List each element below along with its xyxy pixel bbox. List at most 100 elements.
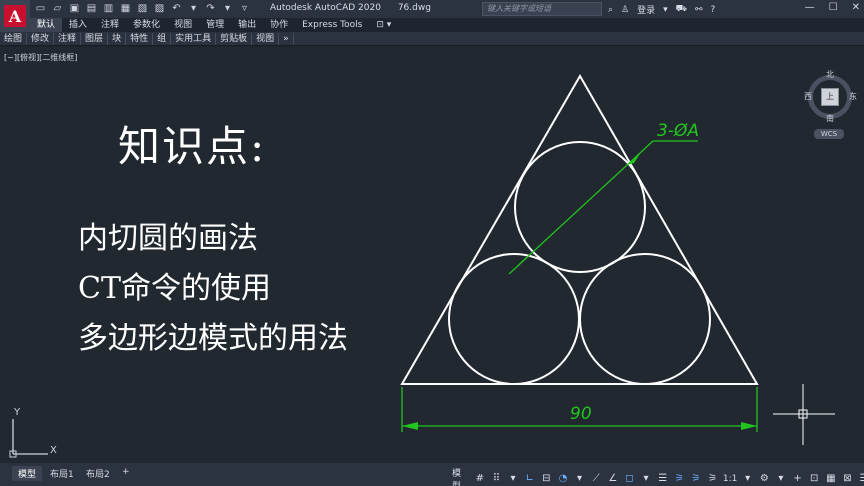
redo-icon[interactable]: ↷ xyxy=(204,2,217,15)
annotation-visibility-icon[interactable]: ⚞ xyxy=(673,472,686,486)
panel-clipboard[interactable]: 剪贴板 xyxy=(216,32,253,45)
ortho-icon[interactable]: ∟ xyxy=(523,472,536,486)
binoculars-icon[interactable]: ⌕ xyxy=(608,5,613,15)
help-icon[interactable]: ? xyxy=(711,5,716,15)
tab-insert[interactable]: 插入 xyxy=(62,18,94,32)
ucs-y-label: Y xyxy=(13,407,21,418)
annotation-scale-icon[interactable]: ⚞ xyxy=(706,472,719,486)
redo-dropdown-icon[interactable]: ▾ xyxy=(221,2,234,15)
isolate-objects-icon[interactable]: ⊡ xyxy=(808,472,821,486)
layout-tab-bar: 模型 布局1 布局2 + 模型 # ⠿ ▾ ∟ ⊟ ◔ ▾ ⟋ ∠ ◻ ▾ ☰ … xyxy=(0,463,864,486)
snap-icon[interactable]: ⠿ xyxy=(490,472,503,486)
compass-south[interactable]: 南 xyxy=(826,113,834,124)
diameter-label: 3-ØA xyxy=(657,121,699,141)
file-name: 76.dwg xyxy=(397,3,431,13)
width-arrow-left xyxy=(402,422,418,430)
width-arrow-right xyxy=(741,422,757,430)
diameter-arrow-bottom xyxy=(515,255,528,268)
new-file-icon[interactable]: ▭ xyxy=(34,2,47,15)
workspace-dropdown-icon[interactable]: ▾ xyxy=(775,472,788,486)
plus-icon[interactable]: + xyxy=(791,472,804,486)
title-right-tools: ⌕ ♙ 登录 ▾ ⛟ ⚯ ? xyxy=(608,3,715,16)
plot-icon[interactable]: ▥ xyxy=(102,2,115,15)
panel-layers[interactable]: 图层 xyxy=(81,32,109,45)
tab-output[interactable]: 输出 xyxy=(231,18,263,32)
tab-manage[interactable]: 管理 xyxy=(199,18,231,32)
add-layout-button[interactable]: + xyxy=(116,466,136,478)
panel-draw[interactable]: 绘图 xyxy=(0,32,28,45)
annotation-scale-value[interactable]: 1:1 xyxy=(723,474,737,484)
grid-icon[interactable]: # xyxy=(474,472,487,486)
panel-block[interactable]: 块 xyxy=(108,32,127,45)
tab-layout2[interactable]: 布局2 xyxy=(80,466,116,481)
maximize-icon[interactable]: ☐ xyxy=(829,2,838,13)
status-bar: 模型 # ⠿ ▾ ∟ ⊟ ◔ ▾ ⟋ ∠ ◻ ▾ ☰ ⚞ ⚞ ⚞ 1:1 ▾ ⚙… xyxy=(452,466,864,486)
panel-properties[interactable]: 特性 xyxy=(126,32,154,45)
share-icon[interactable]: ▨ xyxy=(153,2,166,15)
tab-layout1[interactable]: 布局1 xyxy=(44,466,80,481)
save-as-icon[interactable]: ▤ xyxy=(85,2,98,15)
infer-constraints-icon[interactable]: ⊟ xyxy=(540,472,553,486)
panel-annotate[interactable]: 注释 xyxy=(54,32,82,45)
hardware-acceleration-icon[interactable]: ▦ xyxy=(824,472,837,486)
scale-dropdown-icon[interactable]: ▾ xyxy=(741,472,754,486)
drawing-area[interactable]: [−][俯视][二维线框] 知识点: 内切圆的画法 CT命令的使用 多边形边模式… xyxy=(0,47,864,463)
user-icon[interactable]: ♙ xyxy=(621,5,629,15)
quick-access-toolbar: ▭ ▱ ▣ ▤ ▥ ▦ ▧ ▨ ↶ ▾ ↷ ▾ ▿ xyxy=(34,2,251,15)
save-icon[interactable]: ▣ xyxy=(68,2,81,15)
workspace-gear-icon[interactable]: ⚙ xyxy=(758,472,771,486)
open-folder-icon[interactable]: ▱ xyxy=(51,2,64,15)
login-dropdown-icon[interactable]: ▾ xyxy=(663,5,668,15)
panel-groups[interactable]: 组 xyxy=(153,32,172,45)
title-bar: A ▭ ▱ ▣ ▤ ▥ ▦ ▧ ▨ ↶ ▾ ↷ ▾ ▿ Autodesk Aut… xyxy=(0,0,864,32)
compass-west[interactable]: 西 xyxy=(804,91,812,102)
store-icon[interactable]: ⛟ xyxy=(676,4,687,15)
minimize-icon[interactable]: — xyxy=(805,2,815,13)
compass-east[interactable]: 东 xyxy=(849,91,857,102)
customize-qat-icon[interactable]: ▿ xyxy=(238,2,251,15)
panel-modify[interactable]: 修改 xyxy=(27,32,55,45)
osnap-icon[interactable]: ◻ xyxy=(623,472,636,486)
panel-more-icon[interactable]: » xyxy=(279,32,294,45)
tab-default[interactable]: 默认 xyxy=(30,18,63,32)
undo-dropdown-icon[interactable]: ▾ xyxy=(187,2,200,15)
publish-icon[interactable]: ▦ xyxy=(119,2,132,15)
app-menu-button[interactable]: A xyxy=(0,0,30,32)
login-button[interactable]: 登录 xyxy=(637,3,655,16)
exchange-icon[interactable]: ⚯ xyxy=(695,5,703,15)
auto-scale-icon[interactable]: ⚞ xyxy=(690,472,703,486)
ucs-x-label: X xyxy=(50,445,57,456)
ribbon-tabs: 默认 插入 注释 参数化 视图 管理 输出 协作 Express Tools ⊡… xyxy=(30,18,398,32)
window-title: Autodesk AutoCAD 2020 76.dwg xyxy=(270,3,445,13)
clean-screen-icon[interactable]: ⊠ xyxy=(841,472,854,486)
isodraft-icon[interactable]: ⟋ xyxy=(590,472,603,486)
circle-right xyxy=(579,253,711,385)
undo-icon[interactable]: ↶ xyxy=(170,2,183,15)
polar-dropdown-icon[interactable]: ▾ xyxy=(573,472,586,486)
search-input[interactable]: 键入关键字或短语 xyxy=(482,2,602,16)
tab-parametric[interactable]: 参数化 xyxy=(126,18,167,32)
circle-left xyxy=(448,253,580,385)
snap-dropdown-icon[interactable]: ▾ xyxy=(507,472,520,486)
tab-collaborate[interactable]: 协作 xyxy=(263,18,295,32)
polar-tracking-icon[interactable]: ◔ xyxy=(557,472,570,486)
panel-view[interactable]: 视图 xyxy=(252,32,280,45)
tab-express-tools[interactable]: Express Tools xyxy=(295,18,369,32)
close-icon[interactable]: ✕ xyxy=(852,2,860,13)
tab-view[interactable]: 视图 xyxy=(167,18,199,32)
tab-annotate[interactable]: 注释 xyxy=(94,18,126,32)
ribbon-toggle-icon[interactable]: ⊡ ▾ xyxy=(369,18,398,32)
osnap-dropdown-icon[interactable]: ▾ xyxy=(640,472,653,486)
wcs-menu[interactable]: WCS xyxy=(814,129,844,139)
model-space-button[interactable]: 模型 xyxy=(452,466,470,486)
panel-utilities[interactable]: 实用工具 xyxy=(171,32,217,45)
osnap-tracking-icon[interactable]: ∠ xyxy=(607,472,620,486)
lineweight-icon[interactable]: ☰ xyxy=(656,472,669,486)
tab-model[interactable]: 模型 xyxy=(12,466,43,481)
customize-icon[interactable]: ☰ xyxy=(858,472,864,486)
view-cube[interactable]: 上 北 南 西 东 WCS xyxy=(800,69,860,169)
compass-north[interactable]: 北 xyxy=(826,69,834,80)
web-mobile-icon[interactable]: ▧ xyxy=(136,2,149,15)
view-cube-face[interactable]: 上 xyxy=(821,88,839,106)
app-name: Autodesk AutoCAD 2020 xyxy=(270,3,381,13)
